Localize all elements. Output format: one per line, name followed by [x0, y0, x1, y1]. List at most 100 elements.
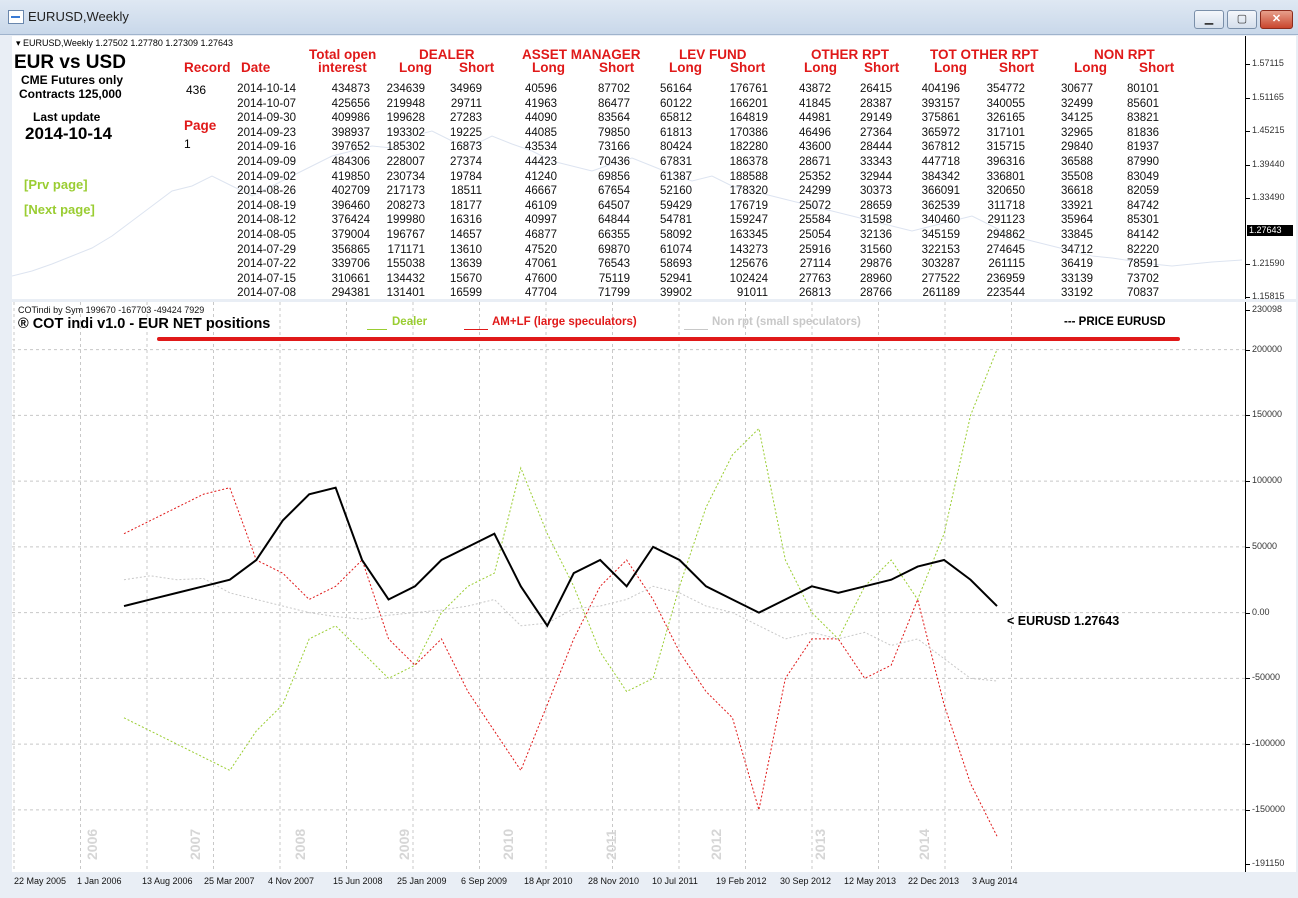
table-cell: 2014-08-19 — [237, 199, 296, 212]
x-tick-label: 12 May 2013 — [844, 876, 897, 886]
table-cell: 2014-09-16 — [237, 141, 296, 154]
table-cell: 47520 — [525, 243, 557, 256]
table-cell: 19225 — [450, 126, 482, 139]
maximize-button[interactable]: ▢ — [1227, 10, 1257, 29]
subhead-am-long: Long — [532, 60, 565, 75]
table-cell: 2014-08-26 — [237, 185, 296, 198]
subhead-tot-long: Long — [934, 60, 967, 75]
top-pane-info: ▾ EURUSD,Weekly 1.27502 1.27780 1.27309 … — [16, 38, 233, 48]
price-chart-pane[interactable]: ▾ EURUSD,Weekly 1.27502 1.27780 1.27309 … — [12, 36, 1245, 299]
table-cell: 16599 — [450, 287, 482, 300]
table-cell: 13610 — [450, 243, 482, 256]
table-cell: 2014-08-05 — [237, 228, 296, 241]
table-cell: 73702 — [1127, 272, 1159, 285]
cme-label: CME Futures only — [21, 73, 124, 87]
table-cell: 52941 — [660, 272, 692, 285]
nonrpt-legend-swatch — [684, 329, 708, 330]
table-cell: 78591 — [1127, 258, 1159, 271]
cot-net-positions-chart — [12, 302, 1245, 872]
table-cell: 83049 — [1127, 170, 1159, 183]
price-tick: 1.21590 — [1246, 258, 1285, 268]
price-tick: 1.45215 — [1246, 125, 1285, 135]
subhead-dealer-short: Short — [459, 60, 495, 75]
x-tick-label: 1 Jan 2006 — [77, 876, 122, 886]
data-column: 56164 60122 65812 61813 80424 67831 61387 52160… — [612, 82, 692, 301]
table-cell: 47061 — [525, 258, 557, 271]
table-cell: 58693 — [660, 258, 692, 271]
window-title: EURUSD,Weekly — [28, 9, 129, 24]
y-tick-label: 50000 — [1245, 540, 1278, 551]
table-cell: 2014-09-23 — [237, 126, 296, 139]
x-tick-label: 28 Nov 2010 — [588, 876, 640, 886]
x-tick-label: 25 Mar 2007 — [204, 876, 255, 886]
table-cell: 87990 — [1127, 155, 1159, 168]
indicator-info: COTindi by Sym 199670 -167703 -49424 792… — [18, 305, 205, 315]
table-cell: 2014-09-30 — [237, 112, 296, 125]
subhead-nonrpt-short: Short — [1139, 60, 1175, 75]
dealer-legend: Dealer — [392, 316, 428, 328]
price-legend: --- PRICE EURUSD — [1064, 316, 1166, 328]
table-cell: 2014-07-15 — [237, 272, 296, 285]
close-button[interactable]: ✕ — [1260, 10, 1293, 29]
table-cell: 80101 — [1127, 83, 1159, 95]
table-cell: 13639 — [450, 258, 482, 271]
table-cell: 16316 — [450, 214, 482, 227]
x-tick-label: 3 Aug 2014 — [972, 876, 1018, 886]
table-cell: 85301 — [1127, 214, 1159, 227]
x-tick-label: 19 Feb 2012 — [716, 876, 767, 886]
table-cell: 2014-08-12 — [237, 214, 296, 227]
x-tick-label: 18 Apr 2010 — [524, 876, 573, 886]
table-cell: 82059 — [1127, 185, 1159, 198]
y-tick-label: 150000 — [1245, 409, 1283, 420]
table-cell: 67831 — [660, 155, 692, 168]
data-column: 40596 41963 44090 44085 43534 44423 41240 46667… — [477, 82, 557, 301]
subhead-other-long: Long — [804, 60, 837, 75]
table-cell: 61813 — [660, 126, 692, 139]
record-value: 436 — [186, 83, 207, 97]
year-label: 2006 — [84, 828, 100, 860]
table-cell: 41963 — [525, 97, 557, 110]
y-tick-label: 0.00 — [1246, 606, 1270, 617]
window-titlebar: EURUSD,Weekly ▁ ▢ ✕ — [0, 0, 1298, 35]
table-cell: 16873 — [450, 141, 482, 154]
year-label: 2007 — [187, 828, 203, 860]
eurusd-price-label: < EURUSD 1.27643 — [1007, 614, 1120, 628]
amlf-legend-swatch — [464, 329, 488, 330]
table-cell: 2014-10-07 — [237, 97, 296, 110]
x-tick-label: 22 Dec 2013 — [908, 876, 960, 886]
last-update-label: Last update — [33, 110, 101, 124]
table-cell: 2014-09-09 — [237, 155, 296, 168]
subhead-interest: interest — [318, 60, 367, 75]
table-cell: 82220 — [1127, 243, 1159, 256]
subhead-lf-long: Long — [669, 60, 702, 75]
prev-page-link[interactable]: [Prv page] — [24, 177, 88, 192]
x-tick-label: 6 Sep 2009 — [461, 876, 508, 886]
price-tick: 1.51165 — [1246, 92, 1284, 102]
price-tick: 1.33490 — [1246, 192, 1285, 202]
x-tick-label: 10 Jul 2011 — [652, 876, 698, 886]
chart-window-icon — [8, 10, 24, 24]
table-cell: 61074 — [660, 243, 692, 256]
year-label: 2013 — [812, 828, 828, 860]
table-cell: 54781 — [660, 214, 692, 227]
year-label: 2012 — [708, 828, 724, 860]
table-cell: 14657 — [450, 228, 482, 241]
subhead-lf-short: Short — [730, 60, 766, 75]
data-column: 34969 29711 27283 19225 16873 27374 19784 18511… — [402, 82, 482, 301]
next-page-link[interactable]: [Next page] — [24, 202, 95, 217]
current-price-marker: 1.27643 — [1247, 225, 1293, 236]
table-cell: 44423 — [525, 155, 557, 168]
cot-indicator-pane[interactable]: COTindi by Sym 199670 -167703 -49424 792… — [12, 302, 1245, 872]
table-cell: 2014-09-02 — [237, 170, 296, 183]
x-tick-label: 4 Nov 2007 — [268, 876, 315, 886]
price-tick: 1.57115 — [1246, 58, 1284, 68]
minimize-button[interactable]: ▁ — [1194, 10, 1224, 29]
indicator-scale[interactable]: 230098 200000 150000 100000 50000 0.00 -50000 -… — [1245, 302, 1296, 872]
table-cell: 46877 — [525, 228, 557, 241]
table-cell: 40596 — [525, 83, 557, 95]
price-scale[interactable]: 1.57115 1.51165 1.45215 1.39440 1.33490 … — [1245, 36, 1296, 301]
table-cell: 52160 — [660, 185, 692, 198]
year-label: 2011 — [603, 829, 619, 860]
table-cell: 44085 — [525, 126, 557, 139]
y-tick-label: -50000 — [1245, 672, 1281, 683]
